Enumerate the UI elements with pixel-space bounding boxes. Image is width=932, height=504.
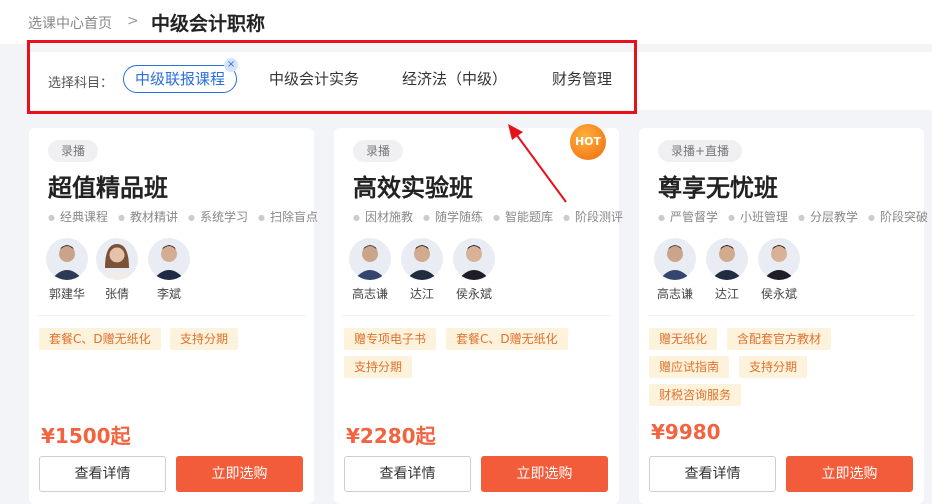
red-arrow-annotation (508, 124, 567, 203)
